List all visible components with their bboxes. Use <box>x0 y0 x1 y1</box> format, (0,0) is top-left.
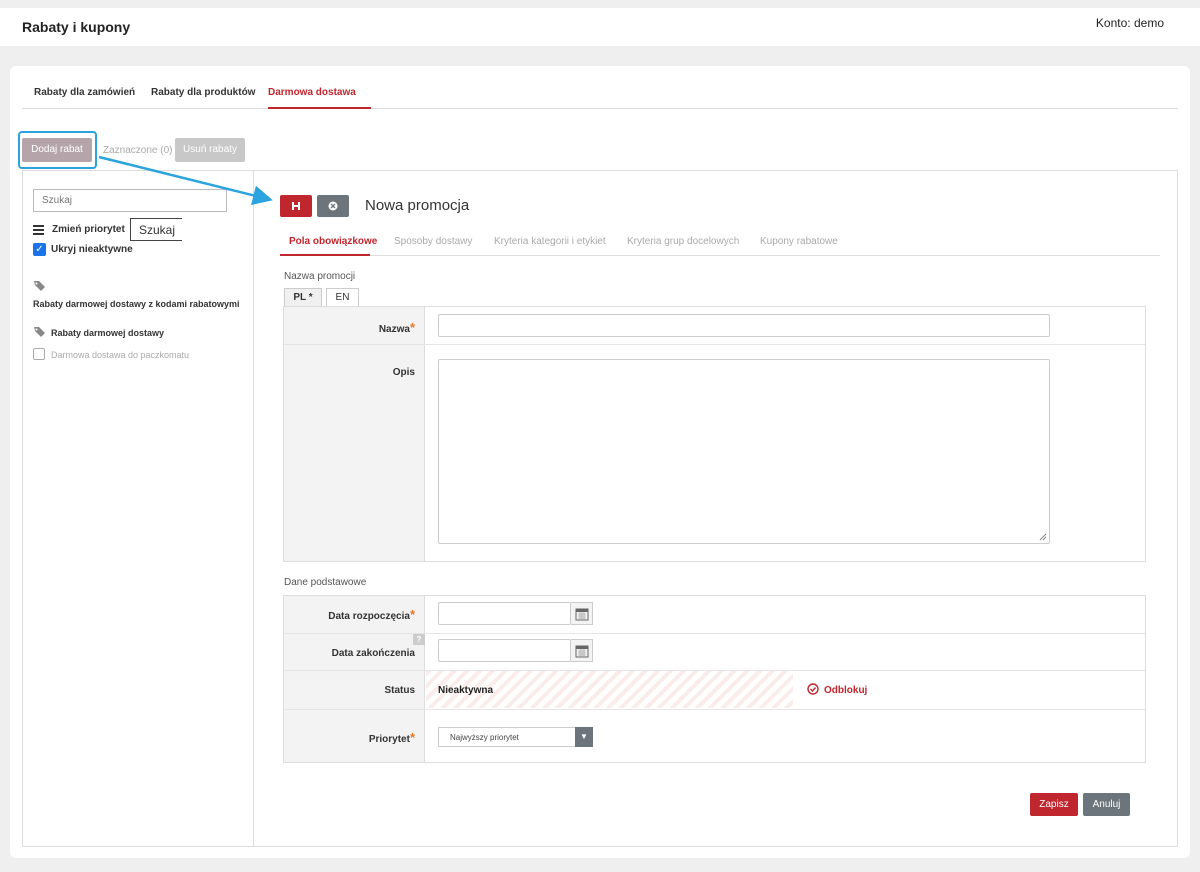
row-divider <box>284 344 1145 345</box>
status-label: Status <box>384 685 415 696</box>
active-tab-indicator <box>268 107 371 109</box>
form-title: Nowa promocja <box>365 197 470 214</box>
description-label: Opis <box>392 367 415 378</box>
active-form-tab-indicator <box>280 254 370 256</box>
description-textarea[interactable] <box>438 359 1050 544</box>
close-icon <box>328 201 338 211</box>
save-icon-button[interactable] <box>280 195 312 217</box>
account-info: Konto: demo <box>1096 16 1164 30</box>
item-checkbox[interactable] <box>33 348 45 360</box>
check-circle-icon <box>807 683 819 695</box>
priority-select[interactable]: Najwyższy priorytet ▼ <box>438 727 593 747</box>
tab-product-discounts[interactable]: Rabaty dla produktów <box>151 87 255 98</box>
name-label: Nazwa* <box>378 320 415 335</box>
selected-count: Zaznaczone (0) <box>103 145 173 156</box>
account-name: demo <box>1133 16 1164 30</box>
tab-required-fields[interactable]: Pola obowiązkowe <box>289 236 377 247</box>
close-icon-button[interactable] <box>317 195 349 217</box>
search-tooltip: Szukaj <box>130 218 182 241</box>
discount-tags-icon <box>33 326 46 338</box>
end-date-input[interactable] <box>438 639 571 662</box>
save-button[interactable]: Zapisz <box>1030 793 1078 816</box>
page-title: Rabaty i kupony <box>22 19 131 35</box>
cancel-button[interactable]: Anuluj <box>1083 793 1130 816</box>
label-column <box>284 307 425 561</box>
section-basic-data: Dane podstawowe <box>284 577 367 588</box>
resize-handle-icon <box>1039 533 1047 541</box>
tab-shipping-methods[interactable]: Sposoby dostawy <box>394 236 472 247</box>
tab-coupons[interactable]: Kupony rabatowe <box>760 236 838 247</box>
list-icon <box>33 225 44 236</box>
tab-category-criteria[interactable]: Kryteria kategorii i etykiet <box>494 236 606 247</box>
main-card: Rabaty dla zamówień Rabaty dla produktów… <box>10 66 1190 858</box>
section-promotion-name: Nazwa promocji <box>284 271 356 282</box>
start-date-label: Data rozpoczęcia* <box>328 607 415 622</box>
end-date-label: Data zakończenia <box>331 648 415 659</box>
status-value: Nieaktywna <box>438 685 494 696</box>
hide-inactive-checkbox[interactable]: ✓ <box>33 243 46 256</box>
form-tabs: Pola obowiązkowe Sposoby dostawy Kryteri… <box>280 228 1160 256</box>
group-with-codes[interactable]: Rabaty darmowej dostawy z kodami rabatow… <box>33 299 240 309</box>
lang-tab-pl[interactable]: PL * <box>284 288 322 306</box>
delete-discounts-button[interactable]: Usuń rabaty <box>175 138 245 162</box>
name-input[interactable] <box>438 314 1050 337</box>
row-divider <box>284 709 1145 710</box>
tab-order-discounts[interactable]: Rabaty dla zamówień <box>34 87 135 98</box>
hide-inactive-label: Ukryj nieaktywne <box>51 244 133 255</box>
add-discount-button[interactable]: Dodaj rabat <box>22 138 92 162</box>
start-date-input[interactable] <box>438 602 571 625</box>
floppy-icon <box>292 202 300 210</box>
help-icon[interactable]: ? <box>413 634 425 645</box>
list-item[interactable]: Darmowa dostawa do paczkomatu <box>51 350 189 360</box>
basic-panel: Data rozpoczęcia* ? Data zakończenia Sta… <box>283 595 1146 763</box>
search-input[interactable] <box>33 189 227 212</box>
chevron-down-icon: ▼ <box>575 727 593 747</box>
change-priority-link[interactable]: Zmień priorytet <box>52 224 125 235</box>
account-label: Konto: <box>1095 16 1131 30</box>
tab-free-shipping[interactable]: Darmowa dostawa <box>268 87 356 98</box>
start-calendar-button[interactable] <box>571 602 593 625</box>
name-panel: Nazwa* Opis <box>283 306 1146 562</box>
tab-target-groups[interactable]: Kryteria grup docelowych <box>627 236 739 247</box>
priority-label: Priorytet* <box>368 730 415 745</box>
calendar-icon <box>575 608 589 621</box>
sidebar: Zmień priorytet Szukaj ✓ Ukryj nieaktywn… <box>22 170 254 847</box>
group-plain[interactable]: Rabaty darmowej dostawy <box>51 328 164 338</box>
unlock-link[interactable]: Odblokuj <box>807 683 867 696</box>
calendar-icon <box>575 645 589 658</box>
priority-value: Najwyższy priorytet <box>450 733 519 742</box>
lang-tab-en[interactable]: EN <box>326 288 359 306</box>
promotion-form: Nowa promocja Pola obowiązkowe Sposoby d… <box>253 170 1178 847</box>
end-calendar-button[interactable] <box>571 639 593 662</box>
top-tabs: Rabaty dla zamówień Rabaty dla produktów… <box>22 80 1178 109</box>
discount-tags-icon <box>33 280 46 292</box>
top-bar: Rabaty i kupony Konto: demo <box>0 8 1200 46</box>
